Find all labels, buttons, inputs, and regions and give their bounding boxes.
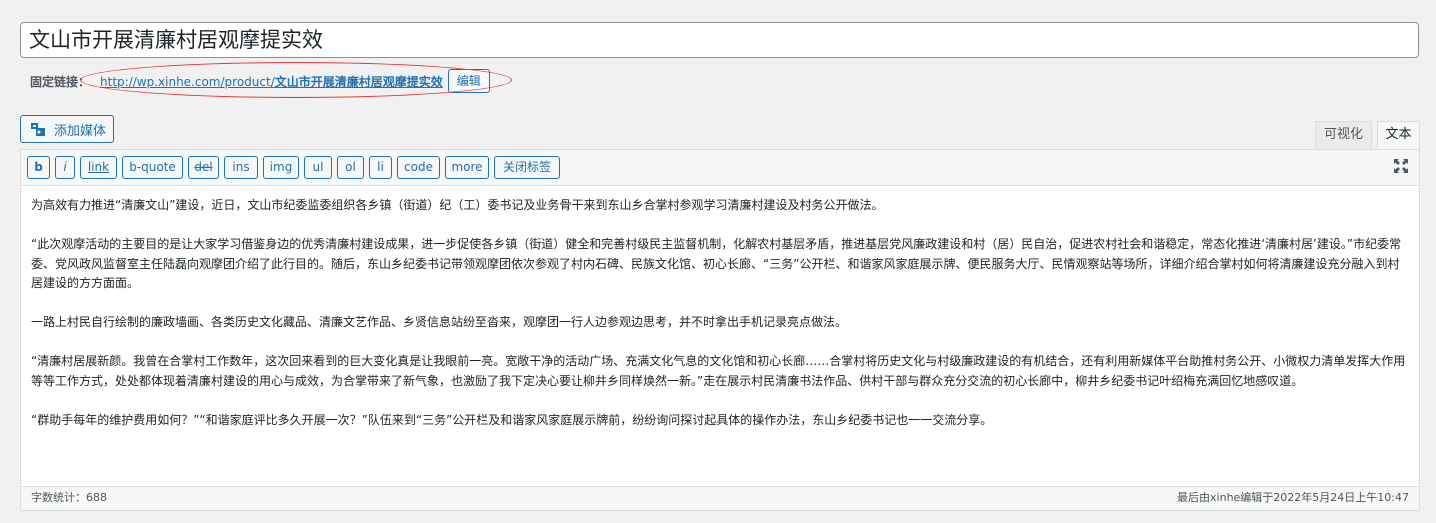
permalink-row: 固定链接： http://wp.xinhe.com/product/文山市开展清… (30, 69, 490, 93)
permalink-url-prefix: http://wp.xinhe.com/product/ (100, 74, 275, 89)
qt-bold-button[interactable]: b (27, 156, 50, 179)
permalink-label: 固定链接： (30, 74, 91, 89)
qt-ins-button[interactable]: ins (224, 156, 258, 179)
permalink-slug: 文山市开展清廉村居观摩提实效 (274, 74, 443, 89)
qt-ul-button[interactable]: ul (304, 156, 332, 179)
qt-more-button[interactable]: more (445, 156, 489, 179)
tab-text[interactable]: 文本 (1377, 121, 1420, 150)
qt-close-tags-button[interactable]: 关闭标签 (494, 156, 560, 179)
quicktags-toolbar: b i link b-quote del ins img ul ol li co… (21, 150, 1419, 186)
content-paragraph: “此次观摩活动的主要目的是让大家学习借鉴身边的优秀清廉村建设成果，进一步促使各乡… (31, 237, 1402, 290)
qt-img-button[interactable]: img (263, 156, 299, 179)
editor-status-bar: 字数统计：688 最后由xinhe编辑于2022年5月24日上午10:47 (21, 486, 1419, 510)
tab-visual[interactable]: 可视化 (1315, 121, 1372, 149)
content-paragraph: “群助手每年的维护费用如何？”“和谐家庭评比多久开展一次？”队伍来到“三务”公开… (31, 412, 993, 427)
qt-ol-button[interactable]: ol (337, 156, 364, 179)
qt-li-button[interactable]: li (369, 156, 392, 179)
editor-textarea[interactable]: 为高效有力推进“清廉文山”建设，近日，文山市纪委监委组织各乡镇（街道）纪（工）委… (21, 186, 1419, 486)
text-editor: b i link b-quote del ins img ul ol li co… (20, 149, 1420, 511)
content-paragraph: 为高效有力推进“清廉文山”建设，近日，文山市纪委监委组织各乡镇（街道）纪（工）委… (31, 198, 884, 212)
qt-italic-button[interactable]: i (55, 156, 75, 179)
permalink-edit-button[interactable]: 编辑 (447, 69, 490, 93)
fullscreen-icon[interactable] (1393, 158, 1409, 174)
qt-bquote-button[interactable]: b-quote (122, 156, 183, 179)
media-icon (31, 123, 45, 136)
qt-link-button[interactable]: link (80, 156, 117, 179)
add-media-button[interactable]: 添加媒体 (20, 115, 114, 143)
post-title-input[interactable]: 文山市开展清廉村居观摩提实效 (20, 22, 1419, 58)
word-count: 字数统计：688 (31, 491, 107, 504)
qt-del-button[interactable]: del (188, 156, 219, 179)
qt-code-button[interactable]: code (397, 156, 440, 179)
add-media-label: 添加媒体 (54, 123, 107, 139)
content-paragraph: 一路上村民自行绘制的廉政墙画、各类历史文化藏品、清廉文艺作品、乡贤信息站纷至沓来… (31, 315, 848, 329)
permalink-link[interactable]: http://wp.xinhe.com/product/文山市开展清廉村居观摩提… (100, 73, 443, 90)
content-paragraph: “清廉村居展新颜。我曾在合掌村工作数年，这次回来看到的巨大变化真是让我眼前一亮。… (31, 354, 1406, 388)
last-edited-info: 最后由xinhe编辑于2022年5月24日上午10:47 (1177, 491, 1409, 504)
